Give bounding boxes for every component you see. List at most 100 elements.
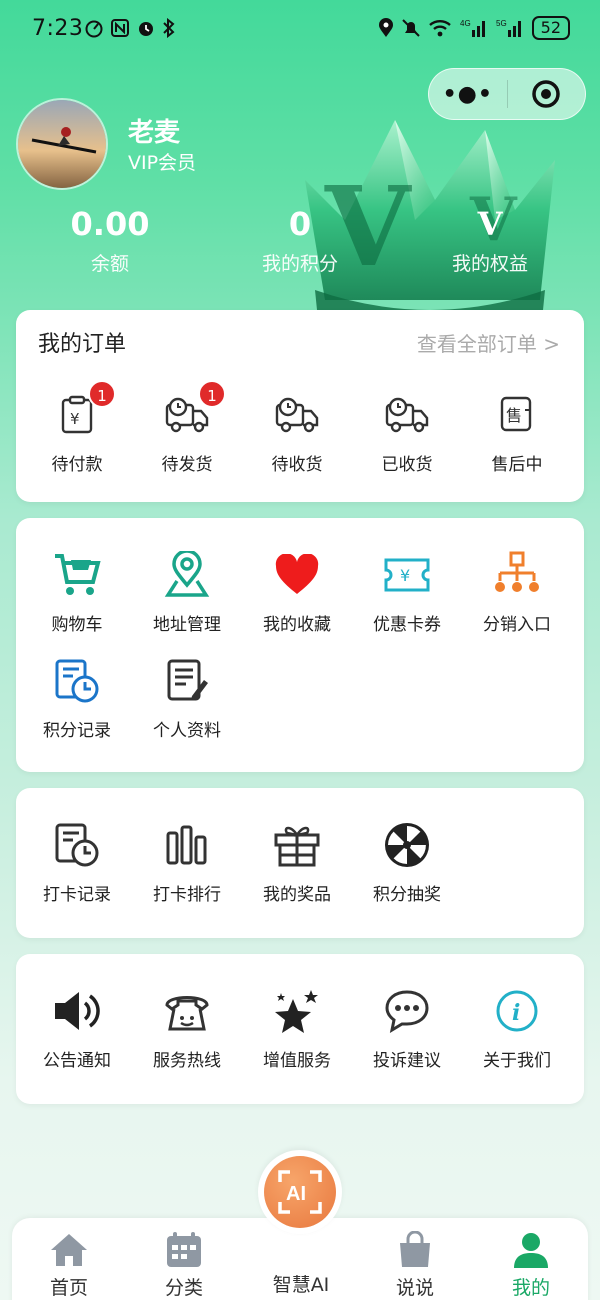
- order-after-sale-label: 售后中: [491, 455, 543, 475]
- orders-card: 我的订单 查看全部订单 > ¥ 1 待付款 1 待发货 待收货 已收货 售 售后…: [16, 310, 584, 502]
- benefits-value: V: [477, 205, 503, 243]
- feedback-label: 投诉建议: [373, 1051, 441, 1071]
- services-grid: 公告通知 服务热线 增值服务 投诉建议 i 关于我们: [22, 984, 582, 1090]
- order-pending-payment[interactable]: ¥ 1 待付款: [22, 380, 132, 494]
- pending-payment-badge: 1: [88, 380, 116, 408]
- svg-text:AI: AI: [286, 1183, 306, 1205]
- address-entry[interactable]: 地址管理: [132, 548, 242, 654]
- stat-points[interactable]: 0 我的积分: [210, 205, 390, 276]
- tab-moments[interactable]: 说说: [360, 1218, 470, 1300]
- checkin-ranking-entry[interactable]: 打卡排行: [132, 818, 242, 924]
- tab-mine[interactable]: 我的: [476, 1218, 586, 1300]
- favorites-entry[interactable]: 我的收藏: [242, 548, 352, 654]
- about-entry[interactable]: i 关于我们: [462, 984, 572, 1090]
- services-card: 公告通知 服务热线 增值服务 投诉建议 i 关于我们: [16, 954, 584, 1104]
- value-added-entry[interactable]: 增值服务: [242, 984, 352, 1090]
- about-label: 关于我们: [483, 1051, 551, 1071]
- cart-entry[interactable]: 购物车: [22, 548, 132, 654]
- truck-check-icon: [380, 388, 434, 442]
- order-pending-receipt-label: 待收货: [271, 455, 323, 475]
- order-received-label: 已收货: [381, 455, 433, 475]
- tab-home-label: 首页: [49, 1277, 88, 1299]
- points-label: 我的积分: [261, 253, 338, 275]
- location-icon: [378, 18, 393, 37]
- prizes-entry[interactable]: 我的奖品: [242, 818, 352, 924]
- stat-balance[interactable]: 0.00 余额: [20, 205, 200, 276]
- tab-category[interactable]: 分类: [129, 1218, 239, 1300]
- profile-label: 个人资料: [153, 721, 221, 741]
- checkin-card: 打卡记录 打卡排行 我的奖品 积分抽奖: [16, 788, 584, 938]
- feedback-entry[interactable]: 投诉建议: [352, 984, 462, 1090]
- svg-text:¥: ¥: [400, 566, 410, 585]
- balance-value: 0.00: [70, 205, 150, 243]
- alarm-icon: [139, 22, 153, 36]
- tools-grid: 购物车 地址管理 我的收藏 ¥ 优惠卡券 分销入口 积分记录 个人资料: [22, 548, 582, 760]
- tab-moments-label: 说说: [395, 1277, 434, 1299]
- svg-text:i: i: [512, 1000, 520, 1026]
- announcements-entry[interactable]: 公告通知: [22, 984, 132, 1090]
- checkin-grid: 打卡记录 打卡排行 我的奖品 积分抽奖: [22, 818, 582, 924]
- bag-icon: [397, 1230, 433, 1269]
- battery-indicator: 52: [531, 16, 570, 40]
- wifi-icon: [428, 20, 451, 37]
- points-record-label: 积分记录: [43, 721, 111, 741]
- lottery-label: 积分抽奖: [373, 885, 441, 905]
- orders-grid: ¥ 1 待付款 1 待发货 待收货 已收货 售 售后中: [22, 380, 582, 494]
- points-record-entry[interactable]: 积分记录: [22, 654, 132, 760]
- lottery-entry[interactable]: 积分抽奖: [352, 818, 462, 924]
- announcements-label: 公告通知: [43, 1051, 111, 1071]
- svg-text:售: 售: [506, 406, 522, 425]
- coupon-icon: ¥: [380, 548, 434, 602]
- tab-mine-label: 我的: [511, 1277, 550, 1299]
- hotline-label: 服务热线: [153, 1051, 221, 1071]
- after-sale-icon: 售: [490, 388, 544, 442]
- benefits-label: 我的权益: [451, 253, 528, 275]
- user-icon: [512, 1230, 550, 1269]
- signal-5g-icon: 5G: [496, 19, 521, 37]
- order-pending-shipment[interactable]: 1 待发货: [132, 380, 242, 494]
- order-after-sale[interactable]: 售 售后中: [462, 388, 572, 494]
- order-pending-payment-label: 待付款: [51, 455, 103, 475]
- tab-ai-label: 智慧AI: [272, 1274, 330, 1296]
- stat-benefits[interactable]: V 我的权益: [400, 205, 580, 276]
- balance-label: 余额: [90, 253, 129, 275]
- avatar[interactable]: [16, 98, 108, 190]
- tab-category-label: 分类: [164, 1277, 203, 1299]
- svg-text:5G: 5G: [496, 19, 507, 28]
- orders-title: 我的订单: [38, 332, 127, 357]
- address-label: 地址管理: [153, 615, 221, 635]
- favorites-label: 我的收藏: [263, 615, 331, 635]
- info-icon: i: [490, 984, 544, 1038]
- tab-home[interactable]: 首页: [14, 1218, 124, 1300]
- truck-clock-icon: [270, 388, 324, 442]
- org-tree-icon: [490, 548, 544, 602]
- checkin-record-entry[interactable]: 打卡记录: [22, 818, 132, 924]
- coupons-entry[interactable]: ¥ 优惠卡券: [352, 548, 462, 654]
- bluetooth-icon: [163, 18, 175, 38]
- order-pending-receipt[interactable]: 待收货: [242, 388, 352, 494]
- status-left-icons: [84, 18, 176, 38]
- checkin-record-icon: [50, 818, 104, 872]
- coupons-label: 优惠卡券: [373, 615, 441, 635]
- ai-icon: AI: [264, 1156, 336, 1228]
- profile-doc-icon: [160, 654, 214, 708]
- status-time: 7:23: [32, 16, 84, 41]
- order-received[interactable]: 已收货: [352, 388, 462, 494]
- distribution-entry[interactable]: 分销入口: [462, 548, 572, 654]
- nfc-icon: [111, 19, 129, 37]
- checkin-record-label: 打卡记录: [43, 885, 111, 905]
- profile-entry[interactable]: 个人资料: [132, 654, 242, 760]
- distribution-label: 分销入口: [483, 615, 551, 635]
- points-record-icon: [50, 654, 104, 708]
- hotline-entry[interactable]: 服务热线: [132, 984, 242, 1090]
- view-all-orders-link[interactable]: 查看全部订单 >: [417, 328, 560, 357]
- cart-icon: [50, 548, 104, 602]
- pending-shipment-badge: 1: [198, 380, 226, 408]
- gift-box-icon: [270, 818, 324, 872]
- tab-ai-button[interactable]: AI: [258, 1150, 342, 1234]
- member-level: VIP会员: [128, 152, 197, 174]
- stars-icon: [270, 984, 324, 1038]
- svg-text:4G: 4G: [460, 19, 471, 28]
- chat-bubble-icon: [380, 984, 434, 1038]
- map-pin-icon: [160, 548, 214, 602]
